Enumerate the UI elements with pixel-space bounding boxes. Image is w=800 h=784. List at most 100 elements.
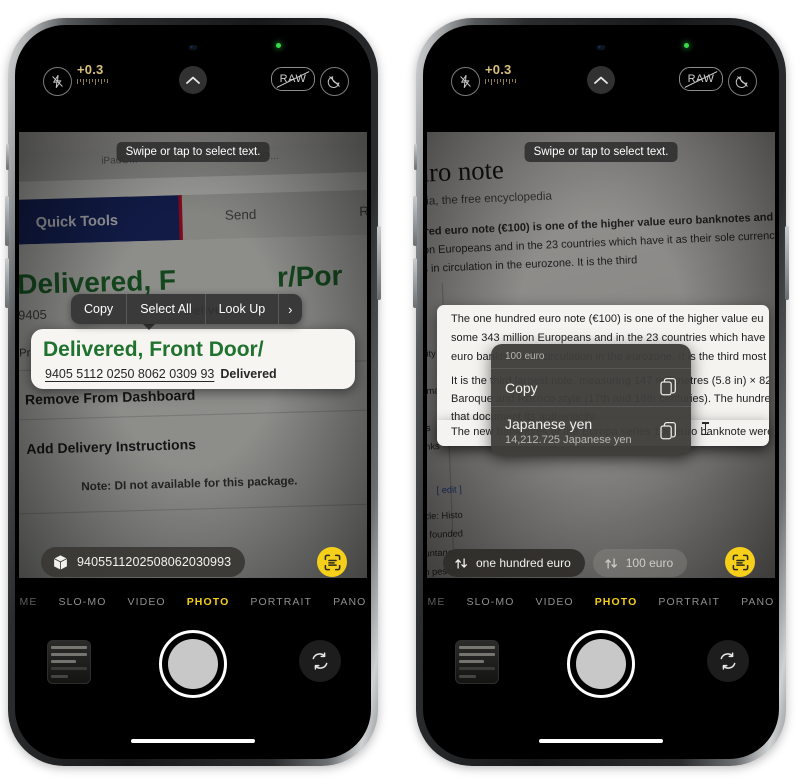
copy-row-title: Copy <box>505 379 538 396</box>
phone-screen-left: +0.3 RAW Quick Tools Send Re Delivered, … <box>19 29 367 755</box>
currency-popup-header: 100 euro <box>505 351 545 362</box>
silence-switch[interactable] <box>6 144 9 170</box>
section-edit-link[interactable]: [ edit ] <box>436 484 462 495</box>
silence-switch[interactable] <box>414 144 417 170</box>
camera-mode-me[interactable]: ME <box>20 596 38 608</box>
delivery-note: Note: DI not available for this package. <box>81 474 298 494</box>
magnified-headline: Delivered, Front Door/ <box>43 338 264 361</box>
look-up-menu-item[interactable]: Look Up <box>206 294 280 324</box>
camera-flip-icon <box>310 651 330 671</box>
camera-mode-pano[interactable]: PANO <box>741 596 774 608</box>
translate-pill-words[interactable]: one hundred euro <box>443 549 585 577</box>
camera-flip-button-left[interactable] <box>299 640 341 682</box>
power-button[interactable] <box>785 226 789 300</box>
camera-mode-video[interactable]: VIDEO <box>128 596 166 608</box>
select-all-menu-item[interactable]: Select All <box>127 294 206 324</box>
last-photo-thumbnail-left[interactable] <box>47 640 91 684</box>
copy-menu-item[interactable]: Copy <box>71 294 128 324</box>
remove-from-dashboard-row[interactable]: Remove From Dashboard <box>25 388 196 408</box>
detected-tracking-number-pill[interactable]: 9405511202508062030993 <box>41 547 246 577</box>
camera-mode-portrait[interactable]: PORTRAIT <box>250 596 312 608</box>
magnified-tracking-line: 9405 5112 0250 8062 0309 93 Delivered <box>45 367 277 381</box>
chevron-right-icon[interactable]: › <box>279 294 301 324</box>
camera-mode-slo-mo[interactable]: SLO-MO <box>466 596 514 608</box>
power-button[interactable] <box>377 226 381 300</box>
quick-tools-nav[interactable]: Quick Tools <box>19 195 184 246</box>
camera-mode-slo-mo[interactable]: SLO-MO <box>58 596 106 608</box>
front-camera-sensor <box>596 45 606 50</box>
live-text-button-right[interactable] <box>725 547 755 577</box>
night-mode-toggle-left[interactable] <box>320 67 349 96</box>
convert-arrows-icon <box>454 556 469 571</box>
raw-label: RAW <box>279 73 307 85</box>
translate-pill-row: one hundred euro 100 euro <box>443 549 688 577</box>
currency-conversion-popup[interactable]: 100 euro Copy Japanese yen 14,212.725 Ja… <box>491 344 691 456</box>
magnified-tracking-number: 9405 5112 0250 8062 0309 93 <box>45 367 215 381</box>
text-cursor-icon <box>702 422 709 435</box>
volume-down-button[interactable] <box>413 258 417 308</box>
phone-bezel: +0.3 RAW <box>423 25 779 759</box>
translate-pill-numeric[interactable]: 100 euro <box>592 549 688 577</box>
flash-toggle-right[interactable] <box>451 67 480 96</box>
expand-controls-button-left[interactable] <box>179 66 207 94</box>
copy-icon[interactable] <box>660 378 677 397</box>
night-mode-toggle-right[interactable] <box>728 67 757 96</box>
camera-in-use-indicator <box>684 43 689 48</box>
shutter-button-right[interactable] <box>567 630 635 698</box>
package-icon <box>52 554 69 571</box>
camera-flip-button-right[interactable] <box>707 640 749 682</box>
live-text-hint-right: Swipe or tap to select text. <box>524 142 678 162</box>
text-selection-context-menu[interactable]: Copy Select All Look Up › <box>71 294 302 324</box>
copy-icon[interactable] <box>660 422 677 441</box>
japanese-yen-row[interactable]: Japanese yen 14,212.725 Japanese yen <box>491 406 691 456</box>
volume-up-button[interactable] <box>5 196 9 246</box>
add-delivery-instructions-row[interactable]: Add Delivery Instructions <box>26 437 196 457</box>
exposure-value: +0.3 <box>485 62 512 77</box>
selected-text-magnifier-left[interactable]: Delivered, Front Door/ 9405 5112 0250 80… <box>31 329 355 389</box>
raw-toggle-right[interactable]: RAW <box>679 67 723 91</box>
expand-controls-button-right[interactable] <box>587 66 615 94</box>
yen-row-subtitle: 14,212.725 Japanese yen <box>505 434 632 446</box>
iphone-right: +0.3 RAW euro note Wikipedia, the free e… <box>413 18 789 766</box>
home-indicator-right[interactable] <box>539 738 663 743</box>
chevron-up-icon <box>594 76 608 84</box>
camera-mode-portrait[interactable]: PORTRAIT <box>658 596 720 608</box>
camera-mode-photo[interactable]: PHOTO <box>187 596 230 608</box>
raw-toggle-left[interactable]: RAW <box>271 67 315 91</box>
exposure-indicator-left[interactable]: +0.3 <box>77 63 108 85</box>
exposure-indicator-right[interactable]: +0.3 <box>485 63 516 85</box>
camera-mode-selector-left[interactable]: ME SLO-MO VIDEO PHOTO PORTRAIT PANO <box>19 594 367 610</box>
camera-mode-me[interactable]: ME <box>428 596 446 608</box>
article-title: 0 euro note <box>427 155 505 189</box>
live-text-hint-left: Swipe or tap to select text. <box>116 142 270 162</box>
volume-up-button[interactable] <box>413 196 417 246</box>
shutter-button-left[interactable] <box>159 630 227 698</box>
raw-label: RAW <box>687 73 715 85</box>
camera-mode-pano[interactable]: PANO <box>333 596 366 608</box>
iphone-left: +0.3 RAW Quick Tools Send Re Delivered, … <box>5 18 381 766</box>
magnified-line-2: some 343 million Europeans and in the 23… <box>451 332 769 344</box>
quick-tools-label: Quick Tools <box>35 210 119 231</box>
flash-off-icon <box>451 67 480 96</box>
flash-toggle-left[interactable] <box>43 67 72 96</box>
home-indicator-left[interactable] <box>131 738 255 743</box>
site-nav-rest: Send Re <box>181 189 367 240</box>
camera-bottom-bar-right: ME SLO-MO VIDEO PHOTO PORTRAIT PANO <box>427 578 775 755</box>
live-text-button-left[interactable] <box>317 547 347 577</box>
volume-down-button[interactable] <box>5 258 9 308</box>
usps-page-body: Delivered, F r/Por 9405 Delivered Priori… <box>19 234 367 595</box>
receive-nav-label: Re <box>359 203 367 220</box>
flash-off-icon <box>43 67 72 96</box>
tracking-behind: 9405 <box>19 308 48 323</box>
chevron-up-icon <box>186 76 200 84</box>
camera-mode-selector-right[interactable]: ME SLO-MO VIDEO PHOTO PORTRAIT PANO <box>427 594 775 610</box>
camera-mode-video[interactable]: VIDEO <box>536 596 574 608</box>
phone-screen-right: +0.3 RAW euro note Wikipedia, the free e… <box>427 29 775 755</box>
context-menu-tail <box>143 324 155 330</box>
viewfinder-right[interactable]: 0 euro note Wikipedia, the free encyclop… <box>427 132 775 595</box>
viewfinder-left[interactable]: watch... Edit EP iPadO... iPadO... Quick… <box>19 132 367 595</box>
camera-mode-photo[interactable]: PHOTO <box>595 596 638 608</box>
last-photo-thumbnail-right[interactable] <box>455 640 499 684</box>
copy-row[interactable]: Copy <box>491 368 691 406</box>
toc-item-4[interactable]: eferences <box>427 423 431 435</box>
